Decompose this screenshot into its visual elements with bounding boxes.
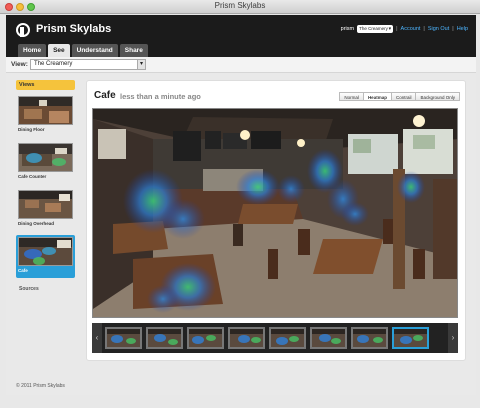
mode-heatmap-button[interactable]: Heatmap (362, 92, 392, 101)
camera-heatmap-image[interactable] (92, 108, 458, 318)
brand-label: prism (340, 26, 355, 32)
view-thumbnail (18, 237, 73, 266)
mode-contrail-button[interactable]: Contrail (390, 92, 417, 101)
view-select[interactable]: The Creamery ▾ (30, 59, 146, 70)
filmstrip-thumb[interactable] (228, 327, 265, 349)
tab-understand[interactable]: Understand (71, 44, 118, 57)
account-bar: prism The Creamery | Account | Sign Out … (341, 25, 468, 33)
sources-link[interactable]: Sources (16, 286, 75, 292)
view-item-cafe[interactable]: Cafe (16, 235, 75, 278)
filmstrip: ‹ › (92, 323, 458, 353)
filmstrip-thumb[interactable] (269, 327, 306, 349)
camera-panel: Cafe less than a minute ago Normal Heatm… (86, 80, 466, 361)
app-header: Prism Skylabs prism The Creamery | Accou… (6, 15, 476, 57)
view-item-label: Dining Floor (18, 127, 45, 132)
main-nav: Home See Understand Share (18, 44, 148, 57)
chevron-down-icon[interactable]: ▾ (137, 60, 145, 69)
view-mode-toggle: Normal Heatmap Contrail Background Only (339, 92, 460, 101)
site-select[interactable]: The Creamery (357, 25, 394, 33)
view-item-label: Dining Overhead (18, 221, 55, 226)
view-thumbnail (18, 190, 73, 219)
logo-text: Prism Skylabs (36, 23, 112, 35)
filmstrip-thumbnails (105, 327, 429, 349)
filmstrip-thumb[interactable] (310, 327, 347, 349)
sign-out-link[interactable]: Sign Out (428, 26, 449, 32)
tab-see[interactable]: See (48, 44, 70, 57)
copyright-text: © 2011 Prism Skylabs (16, 383, 65, 389)
views-sidebar: Views Dining Floor Cafe Counter Dining O… (16, 80, 75, 292)
filmstrip-prev-button[interactable]: ‹ (92, 323, 102, 353)
view-item-cafe-counter[interactable]: Cafe Counter (16, 141, 75, 184)
view-thumbnail (18, 143, 73, 172)
view-item-label: Cafe (18, 268, 28, 273)
mode-normal-button[interactable]: Normal (339, 92, 364, 101)
prism-logo-icon (16, 23, 30, 37)
filmstrip-thumb[interactable] (351, 327, 388, 349)
views-header: Views (16, 80, 75, 90)
view-item-dining-floor[interactable]: Dining Floor (16, 94, 75, 137)
view-select-value: The Creamery (34, 61, 73, 67)
window-title: Prism Skylabs (214, 1, 266, 10)
view-label: View: (11, 61, 28, 68)
tab-share[interactable]: Share (119, 44, 148, 57)
camera-updated-time: less than a minute ago (120, 92, 201, 101)
tab-home[interactable]: Home (18, 44, 47, 57)
mode-background-only-button[interactable]: Background Only (415, 92, 460, 101)
window-titlebar: Prism Skylabs (0, 0, 480, 14)
filmstrip-thumb[interactable] (105, 327, 142, 349)
filmstrip-next-button[interactable]: › (448, 323, 458, 353)
view-bar: View: The Creamery ▾ (6, 57, 476, 73)
view-item-dining-overhead[interactable]: Dining Overhead (16, 188, 75, 231)
account-link[interactable]: Account (401, 26, 421, 32)
filmstrip-thumb-active[interactable] (392, 327, 429, 349)
help-link[interactable]: Help (457, 26, 468, 32)
page-footer: © 2011 Prism Skylabs (6, 383, 476, 395)
content-area: Views Dining Floor Cafe Counter Dining O… (6, 73, 476, 383)
view-thumbnail (18, 96, 73, 125)
browser-window: Prism Skylabs Prism Skylabs prism The Cr… (0, 0, 480, 408)
filmstrip-thumb[interactable] (187, 327, 224, 349)
view-item-label: Cafe Counter (18, 174, 47, 179)
camera-title: Cafe (94, 90, 116, 101)
filmstrip-thumb[interactable] (146, 327, 183, 349)
